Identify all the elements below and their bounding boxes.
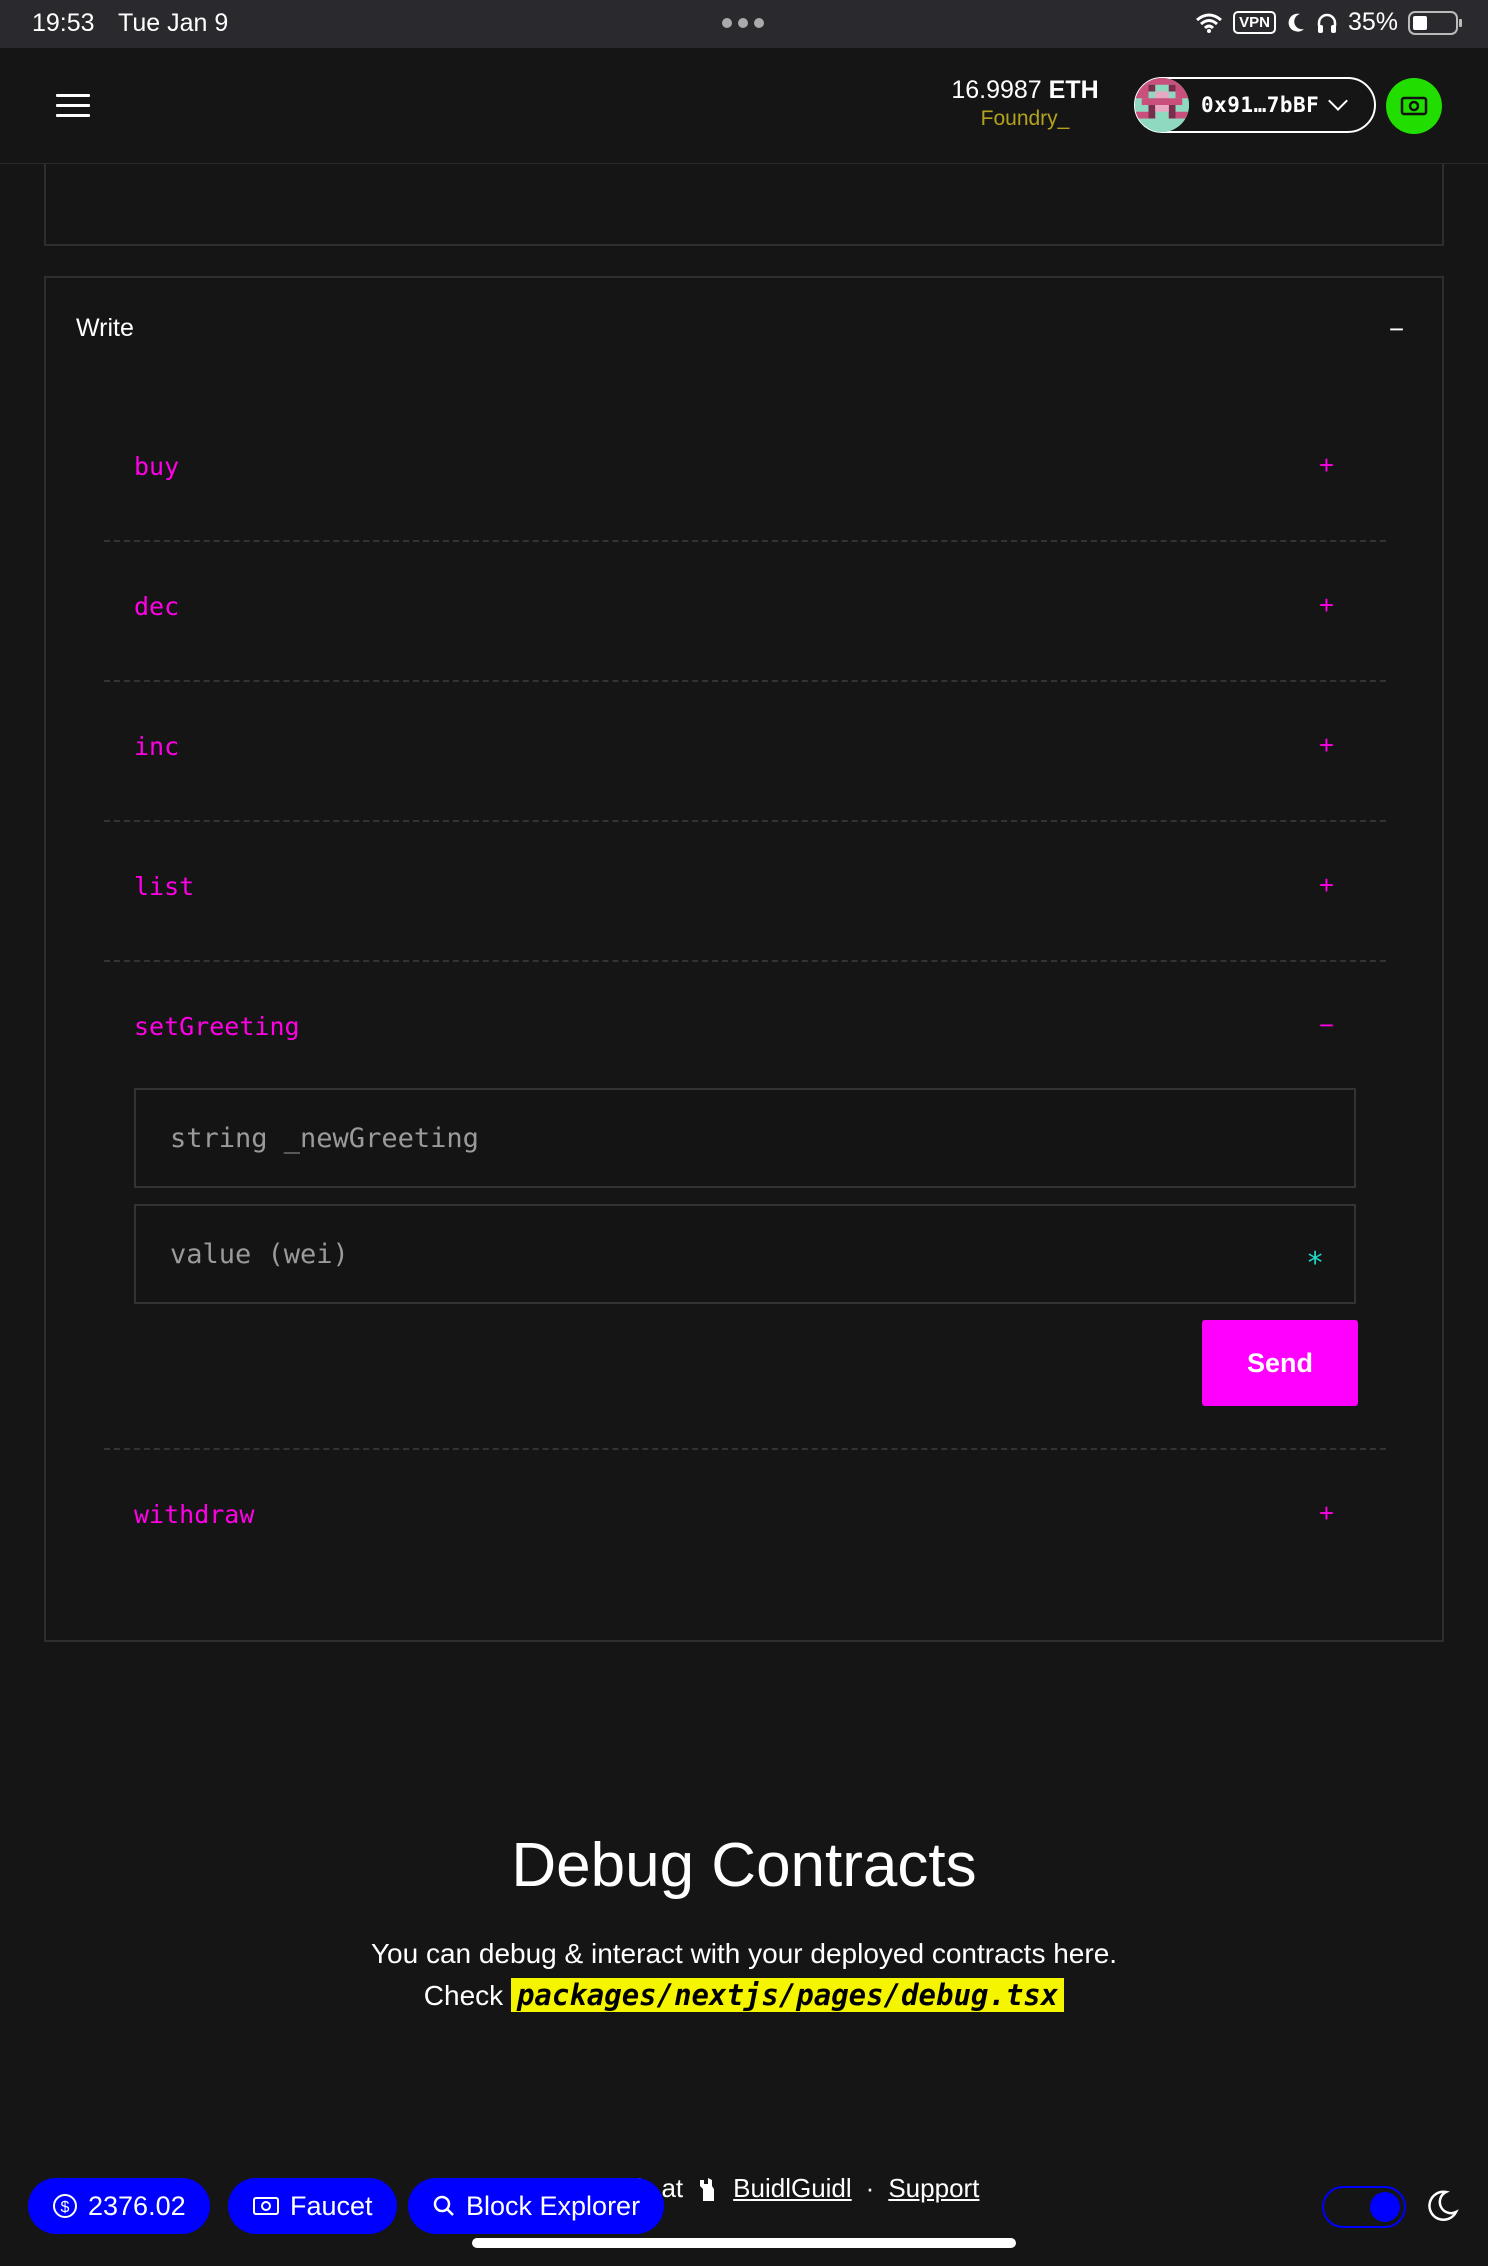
svg-text:$: $ xyxy=(61,2199,70,2216)
block-explorer-button[interactable]: Block Explorer xyxy=(408,2178,665,2234)
avatar xyxy=(1135,78,1189,132)
debug-description: You can debug & interact with your deplo… xyxy=(370,1938,1118,1969)
support-link[interactable]: Support xyxy=(888,2173,979,2204)
account-address: 0x91…7bBF xyxy=(1201,93,1320,117)
headphones-icon xyxy=(1317,13,1337,33)
divider xyxy=(104,1448,1386,1450)
buidlguidl-link[interactable]: BuidlGuidl xyxy=(733,2173,852,2204)
faucet-button[interactable]: Faucet xyxy=(228,2178,397,2234)
send-button[interactable]: Send xyxy=(1202,1320,1358,1406)
check-label: Check xyxy=(423,1980,504,2011)
write-panel: Write − buy + dec + inc + list + setGree… xyxy=(44,276,1444,1642)
search-icon xyxy=(433,2195,454,2216)
function-name[interactable]: buy xyxy=(134,452,179,481)
castle-icon xyxy=(700,2177,715,2201)
status-bar: 19:53 Tue Jan 9 VPN 35% xyxy=(0,0,1488,48)
status-date: Tue Jan 9 xyxy=(118,9,229,37)
faucet-icon-button[interactable] xyxy=(1386,78,1442,134)
battery-icon xyxy=(1408,10,1462,35)
debug-path: packages/nextjs/pages/debug.tsx xyxy=(510,1978,1065,2012)
expand-toggle[interactable]: + xyxy=(1319,590,1334,621)
new-greeting-placeholder: string _newGreeting xyxy=(170,1122,479,1154)
divider xyxy=(104,540,1386,542)
wallet-balance: 16.9987 ETH Foundry_ xyxy=(940,76,1110,131)
theme-toggle[interactable] xyxy=(1322,2186,1406,2228)
balance-amount: 16.9987 xyxy=(951,76,1042,104)
vpn-badge: VPN xyxy=(1233,11,1276,34)
footer-separator: · xyxy=(865,2173,875,2203)
expand-toggle[interactable]: + xyxy=(1319,1498,1334,1529)
function-name[interactable]: dec xyxy=(134,592,179,621)
network-name: Foundry_ xyxy=(980,107,1070,130)
function-name[interactable]: inc xyxy=(134,732,179,761)
collapse-toggle[interactable]: − xyxy=(1319,1010,1334,1041)
balance-unit: ETH xyxy=(1048,76,1099,104)
new-greeting-input[interactable]: string _newGreeting xyxy=(134,1088,1356,1188)
function-name[interactable]: setGreeting xyxy=(134,1012,300,1041)
value-wei-input[interactable]: value (wei) ∗ xyxy=(134,1204,1356,1304)
debug-title: Debug Contracts xyxy=(511,1831,977,1900)
debug-check-line: Check packages/nextjs/pages/debug.tsx xyxy=(0,1978,1488,2012)
home-indicator[interactable] xyxy=(472,2238,1016,2248)
footer-at: at xyxy=(661,2173,684,2203)
function-name[interactable]: withdraw xyxy=(134,1500,254,1529)
dollar-icon: $ xyxy=(53,2194,77,2218)
write-collapse-toggle[interactable]: − xyxy=(1389,314,1404,345)
status-indicators: VPN 35% xyxy=(1195,8,1462,37)
value-wei-placeholder: value (wei) xyxy=(170,1238,349,1270)
banknote-icon xyxy=(1400,96,1428,116)
function-name[interactable]: list xyxy=(134,872,194,901)
moon-icon xyxy=(1288,13,1304,32)
divider xyxy=(104,680,1386,682)
expand-toggle[interactable]: + xyxy=(1319,730,1334,761)
divider xyxy=(104,960,1386,962)
eth-price: 2376.02 xyxy=(88,2190,186,2221)
banknote-icon xyxy=(253,2197,279,2215)
status-time: 19:53 xyxy=(32,9,95,37)
moon-icon xyxy=(1428,2190,1459,2222)
eth-price-button[interactable]: $ 2376.02 xyxy=(28,2178,210,2234)
faucet-label: Faucet xyxy=(290,2190,373,2221)
block-explorer-label: Block Explorer xyxy=(466,2190,641,2221)
menu-icon[interactable] xyxy=(56,94,90,118)
wifi-icon xyxy=(1196,13,1223,33)
read-panel-bottom xyxy=(44,164,1444,246)
expand-toggle[interactable]: + xyxy=(1319,870,1334,901)
multitasking-dots-icon[interactable] xyxy=(722,18,764,28)
battery-percent: 35% xyxy=(1347,8,1398,36)
multiply-value-icon[interactable]: ∗ xyxy=(1306,1240,1324,1275)
write-title: Write xyxy=(76,314,134,342)
expand-toggle[interactable]: + xyxy=(1319,450,1334,481)
chevron-down-icon xyxy=(1328,91,1349,111)
account-dropdown-button[interactable]: 0x91…7bBF xyxy=(1134,77,1376,133)
divider xyxy=(104,820,1386,822)
app-header: 16.9987 ETH Foundry_ 0x91…7bBF xyxy=(0,48,1488,164)
